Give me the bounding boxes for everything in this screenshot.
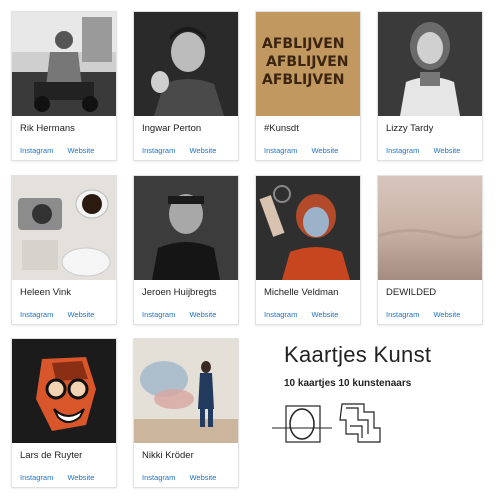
artist-name: #Kunsdt [264, 123, 299, 134]
website-link[interactable]: Website [67, 310, 94, 319]
logo-mark-cube-icon [339, 403, 381, 443]
artist-name: Heleen Vink [20, 287, 72, 298]
website-link[interactable]: Website [433, 146, 460, 155]
instagram-link[interactable]: Instagram [142, 310, 175, 319]
artist-photo[interactable] [12, 176, 116, 280]
instagram-link[interactable]: Instagram [142, 473, 175, 482]
svg-text:AFBLIJVEN: AFBLIJVEN [262, 72, 345, 88]
artist-card-dewilded[interactable]: DEWILDED Instagram Website [377, 175, 483, 325]
artist-photo[interactable] [12, 339, 116, 443]
promo-title: Kaartjes Kunst [284, 342, 432, 367]
artist-photo[interactable] [134, 176, 238, 280]
artist-photo[interactable] [134, 12, 238, 116]
website-link[interactable]: Website [433, 310, 460, 319]
instagram-link[interactable]: Instagram [386, 146, 419, 155]
artist-card-kunsdt[interactable]: AFBLIJVEN AFBLIJVEN AFBLIJVEN #Kunsdt In… [255, 11, 361, 161]
promo-subtitle: 10 kaartjes 10 kunstenaars [284, 378, 412, 389]
website-link[interactable]: Website [189, 310, 216, 319]
instagram-link[interactable]: Instagram [142, 146, 175, 155]
artist-name: Michelle Veldman [264, 287, 339, 298]
instagram-link[interactable]: Instagram [264, 310, 297, 319]
svg-text:AFBLIJVEN: AFBLIJVEN [266, 54, 349, 70]
website-link[interactable]: Website [311, 146, 338, 155]
artist-name: Nikki Kröder [142, 450, 194, 461]
artist-name: Lars de Ruyter [20, 450, 83, 461]
website-link[interactable]: Website [67, 473, 94, 482]
artist-name: DEWILDED [386, 287, 437, 298]
artist-card-nikki-kroder[interactable]: Nikki Kröder Instagram Website [133, 338, 239, 488]
instagram-link[interactable]: Instagram [20, 310, 53, 319]
artist-card-lars-de-ruyter[interactable]: Lars de Ruyter Instagram Website [11, 338, 117, 488]
instagram-link[interactable]: Instagram [386, 310, 419, 319]
artist-name: Jeroen Huijbregts [142, 287, 217, 298]
artist-card-rik-hermans[interactable]: Rik Hermans Instagram Website [11, 11, 117, 161]
artist-name: Rik Hermans [20, 123, 75, 134]
instagram-link[interactable]: Instagram [20, 146, 53, 155]
artist-name: Lizzy Tardy [386, 123, 434, 134]
artist-photo[interactable] [12, 12, 116, 116]
instagram-link[interactable]: Instagram [264, 146, 297, 155]
artist-card-heleen-vink[interactable]: Heleen Vink Instagram Website [11, 175, 117, 325]
artist-photo[interactable]: AFBLIJVEN AFBLIJVEN AFBLIJVEN [256, 12, 360, 116]
artist-card-ingwar-perton[interactable]: Ingwar Perton Instagram Website [133, 11, 239, 161]
artist-photo[interactable] [134, 339, 238, 443]
website-link[interactable]: Website [189, 473, 216, 482]
artist-card-lizzy-tardy[interactable]: Lizzy Tardy Instagram Website [377, 11, 483, 161]
artist-photo[interactable] [378, 176, 482, 280]
artist-card-jeroen-huijbregts[interactable]: Jeroen Huijbregts Instagram Website [133, 175, 239, 325]
artist-photo[interactable] [256, 176, 360, 280]
instagram-link[interactable]: Instagram [20, 473, 53, 482]
logo-mark-circle-icon [272, 405, 332, 443]
website-link[interactable]: Website [311, 310, 338, 319]
artist-card-michelle-veldman[interactable]: Michelle Veldman Instagram Website [255, 175, 361, 325]
artist-name: Ingwar Perton [142, 123, 202, 134]
website-link[interactable]: Website [189, 146, 216, 155]
svg-text:AFBLIJVEN: AFBLIJVEN [262, 36, 345, 52]
artist-photo[interactable] [378, 12, 482, 116]
website-link[interactable]: Website [67, 146, 94, 155]
